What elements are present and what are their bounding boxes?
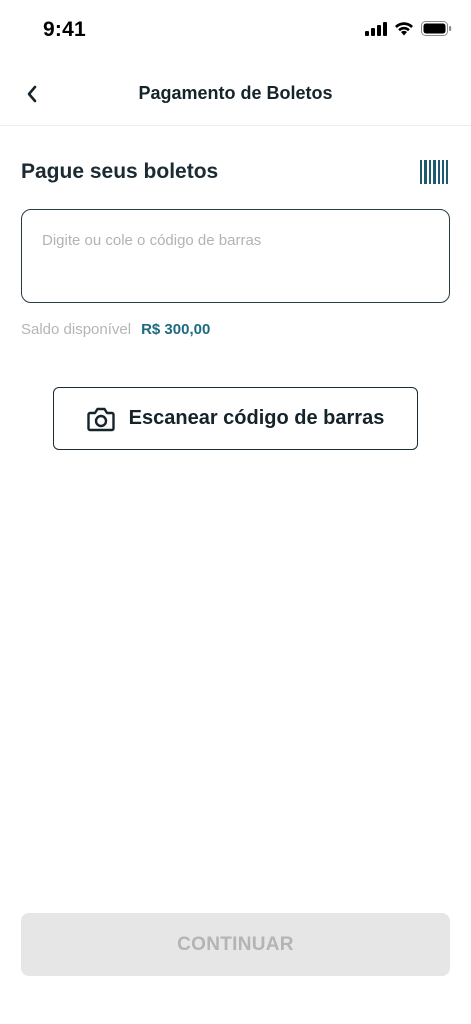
balance-label: Saldo disponível <box>21 321 132 338</box>
camera-icon <box>86 406 115 432</box>
status-icons <box>365 21 452 36</box>
app-header: Pagamento de Boletos <box>0 70 471 126</box>
status-bar: 9:41 <box>0 0 471 60</box>
barcode-input[interactable] <box>21 209 450 303</box>
barcode-button[interactable] <box>420 160 448 184</box>
scan-barcode-button[interactable]: Escanear código de barras <box>53 387 418 450</box>
status-time: 9:41 <box>43 18 86 41</box>
balance-value: R$ 300,00 <box>141 321 211 338</box>
continue-button[interactable]: CONTINUAR <box>21 913 450 976</box>
scan-button-label: Escanear código de barras <box>128 407 385 429</box>
continue-button-label: CONTINUAR <box>177 933 294 955</box>
section-title: Pague seus boletos <box>21 160 219 183</box>
page-title: Pagamento de Boletos <box>138 83 333 103</box>
barcode-icon <box>420 160 448 188</box>
cellular-signal-icon <box>365 21 387 36</box>
wifi-icon <box>394 21 414 36</box>
battery-icon <box>421 21 452 36</box>
balance-row: Saldo disponível R$ 300,00 <box>21 321 210 338</box>
payment-screen: 9:41 Pagamento de Boletos Pague seus bol… <box>0 0 471 1024</box>
